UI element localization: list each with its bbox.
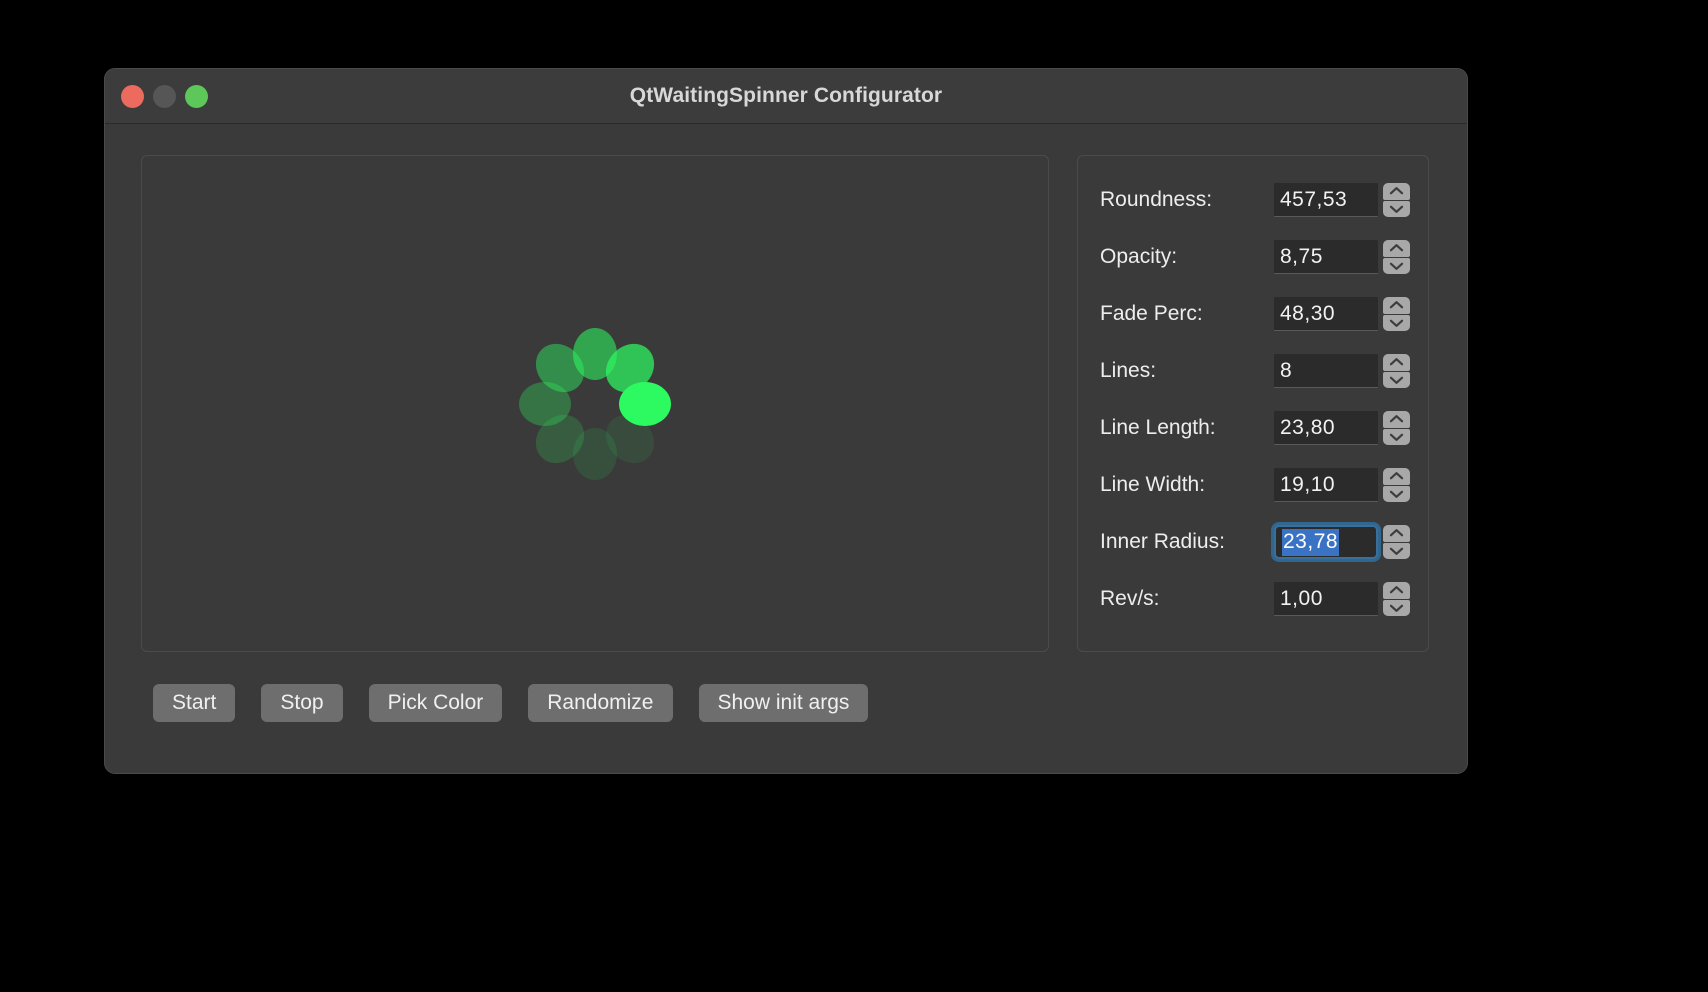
spinbox-line-length[interactable]: 23,80 xyxy=(1274,411,1410,445)
setting-row-roundness: Roundness: 457,53 xyxy=(1100,178,1410,222)
pick-color-button[interactable]: Pick Color xyxy=(368,684,503,722)
spinbox-stepper-fade-perc xyxy=(1383,297,1410,331)
spinbox-input-line-length[interactable]: 23,80 xyxy=(1274,411,1378,445)
chevron-up-icon[interactable] xyxy=(1383,582,1410,599)
chevron-down-icon[interactable] xyxy=(1383,599,1410,616)
setting-label-line-width: Line Width: xyxy=(1100,473,1206,496)
start-button[interactable]: Start xyxy=(153,684,236,722)
spinbox-opacity[interactable]: 8,75 xyxy=(1274,240,1410,274)
desktop-background: QtWaitingSpinner Configurator Roundness:… xyxy=(0,0,1708,992)
chevron-down-icon[interactable] xyxy=(1383,542,1410,559)
setting-label-roundness: Roundness: xyxy=(1100,188,1213,211)
spinbox-lines[interactable]: 8 xyxy=(1274,354,1410,388)
spinbox-stepper-lines xyxy=(1383,354,1410,388)
window-title: QtWaitingSpinner Configurator xyxy=(629,84,943,107)
setting-row-opacity: Opacity: 8,75 xyxy=(1100,235,1410,279)
title-bar: QtWaitingSpinner Configurator xyxy=(105,69,1467,124)
spinbox-value-line-length: 23,80 xyxy=(1280,415,1336,439)
spinbox-value-revs: 1,00 xyxy=(1280,586,1323,610)
spinbox-stepper-line-length xyxy=(1383,411,1410,445)
spinbox-value-line-width: 19,10 xyxy=(1280,472,1336,496)
chevron-down-icon[interactable] xyxy=(1383,428,1410,445)
spinbox-value-inner-radius: 23,78 xyxy=(1282,528,1340,556)
spinbox-value-roundness: 457,53 xyxy=(1280,187,1348,211)
spinbox-value-lines: 8 xyxy=(1280,358,1293,382)
chevron-up-icon[interactable] xyxy=(1383,297,1410,314)
window-body: Roundness: 457,53 Opacity: 8,75 Fade Perc: 48… xyxy=(105,124,1467,773)
spinbox-input-inner-radius[interactable]: 23,78 xyxy=(1274,525,1378,559)
spinner-preview-frame xyxy=(141,155,1049,652)
setting-row-line-width: Line Width: 19,10 xyxy=(1100,463,1410,507)
setting-label-line-length: Line Length: xyxy=(1100,416,1216,439)
spinbox-input-fade-perc[interactable]: 48,30 xyxy=(1274,297,1378,331)
spinbox-stepper-revs xyxy=(1383,582,1410,616)
settings-panel: Roundness: 457,53 Opacity: 8,75 Fade Perc: 48… xyxy=(1077,155,1429,652)
spinbox-input-line-width[interactable]: 19,10 xyxy=(1274,468,1378,502)
show-init-args-button[interactable]: Show init args xyxy=(698,684,869,722)
setting-row-inner-radius: Inner Radius: 23,78 xyxy=(1100,520,1410,564)
spinbox-input-opacity[interactable]: 8,75 xyxy=(1274,240,1378,274)
spinbox-input-lines[interactable]: 8 xyxy=(1274,354,1378,388)
setting-label-opacity: Opacity: xyxy=(1100,245,1178,268)
app-window: QtWaitingSpinner Configurator Roundness:… xyxy=(104,68,1468,774)
setting-label-lines: Lines: xyxy=(1100,359,1157,382)
spinbox-input-roundness[interactable]: 457,53 xyxy=(1274,183,1378,217)
chevron-up-icon[interactable] xyxy=(1383,525,1410,542)
spinbox-value-fade-perc: 48,30 xyxy=(1280,301,1336,325)
chevron-up-icon[interactable] xyxy=(1383,354,1410,371)
setting-row-revs: Rev/s: 1,00 xyxy=(1100,577,1410,621)
chevron-up-icon[interactable] xyxy=(1383,183,1410,200)
close-window-icon[interactable] xyxy=(121,84,144,108)
randomize-button[interactable]: Randomize xyxy=(528,684,673,722)
setting-label-fade-perc: Fade Perc: xyxy=(1100,302,1203,325)
chevron-down-icon[interactable] xyxy=(1383,485,1410,502)
setting-label-inner-radius: Inner Radius: xyxy=(1100,530,1225,553)
spinbox-line-width[interactable]: 19,10 xyxy=(1274,468,1410,502)
setting-row-line-length: Line Length: 23,80 xyxy=(1100,406,1410,450)
spinbox-roundness[interactable]: 457,53 xyxy=(1274,183,1410,217)
maximize-window-icon[interactable] xyxy=(185,84,208,108)
spinbox-stepper-opacity xyxy=(1383,240,1410,274)
spinbox-value-opacity: 8,75 xyxy=(1280,244,1323,268)
setting-row-lines: Lines: 8 xyxy=(1100,349,1410,393)
spinbox-stepper-roundness xyxy=(1383,183,1410,217)
traffic-light-group xyxy=(121,69,208,123)
minimize-window-icon[interactable] xyxy=(153,84,176,108)
chevron-down-icon[interactable] xyxy=(1383,200,1410,217)
setting-row-fade-perc: Fade Perc: 48,30 xyxy=(1100,292,1410,336)
setting-label-revs: Rev/s: xyxy=(1100,587,1160,610)
chevron-up-icon[interactable] xyxy=(1383,411,1410,428)
stop-button[interactable]: Stop xyxy=(261,684,343,722)
chevron-up-icon[interactable] xyxy=(1383,240,1410,257)
spinbox-stepper-line-width xyxy=(1383,468,1410,502)
chevron-down-icon[interactable] xyxy=(1383,371,1410,388)
chevron-up-icon[interactable] xyxy=(1383,468,1410,485)
spinbox-revs[interactable]: 1,00 xyxy=(1274,582,1410,616)
chevron-down-icon[interactable] xyxy=(1383,257,1410,274)
action-button-row: Start Stop Pick Color Randomize Show init ar… xyxy=(153,684,869,722)
spinbox-input-revs[interactable]: 1,00 xyxy=(1274,582,1378,616)
chevron-down-icon[interactable] xyxy=(1383,314,1410,331)
spinbox-inner-radius[interactable]: 23,78 xyxy=(1274,525,1410,559)
spinbox-fade-perc[interactable]: 48,30 xyxy=(1274,297,1410,331)
spinbox-stepper-inner-radius xyxy=(1383,525,1410,559)
